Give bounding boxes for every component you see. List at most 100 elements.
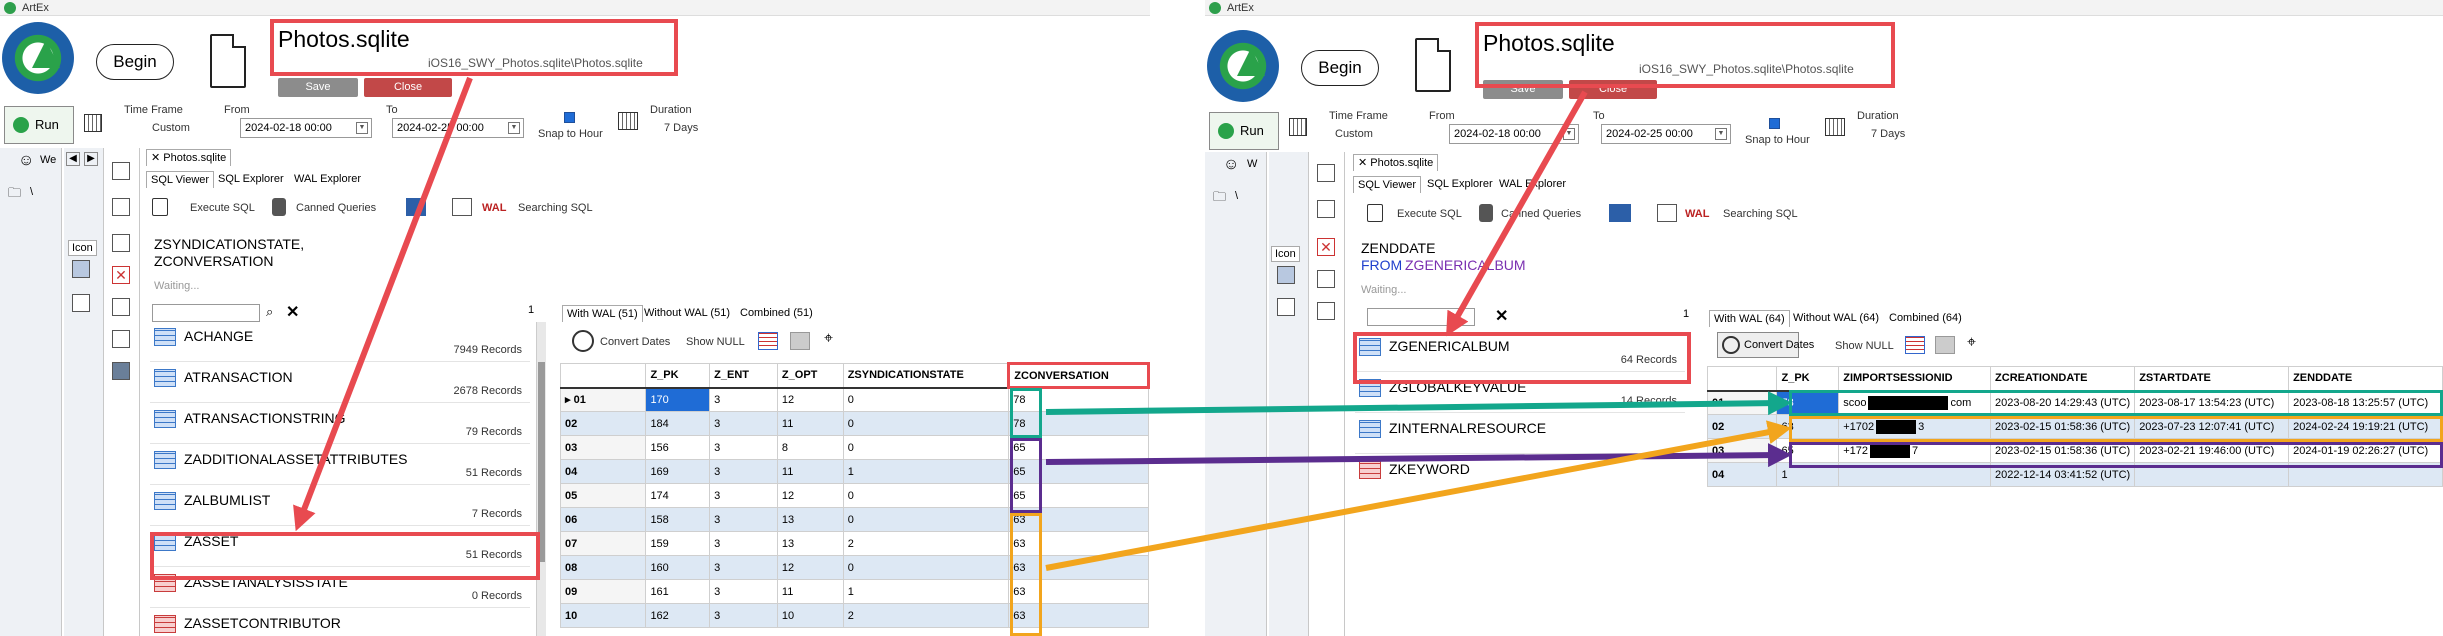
convert-dates-button[interactable]: Convert Dates (1717, 332, 1814, 358)
grid-cell[interactable]: 161 (645, 579, 711, 604)
split-icon[interactable] (1317, 200, 1335, 218)
tab-wal-explorer[interactable]: WAL Explorer (290, 171, 365, 188)
execute-sql-button[interactable]: Execute SQL (1397, 208, 1462, 220)
copy-icon[interactable] (112, 234, 130, 252)
grid-header[interactable]: Z_PK (1776, 366, 1840, 392)
grid-cell[interactable]: 13 (776, 507, 844, 532)
tab-without-wal[interactable]: Without WAL (51) (640, 305, 734, 322)
row-number[interactable]: 01 (1706, 390, 1778, 415)
tab-with-wal[interactable]: With WAL (64) (1709, 310, 1790, 327)
delete-icon[interactable]: ✕ (112, 266, 130, 284)
calendar-icon[interactable] (618, 112, 638, 130)
row-number[interactable]: 03 (1706, 438, 1778, 463)
table-row[interactable]: 04 169 3 11 1 65 (559, 459, 1149, 484)
grid-cell[interactable]: 184 (645, 411, 711, 436)
grid-cell[interactable]: 170 (645, 387, 711, 412)
begin-button[interactable]: Begin (1301, 50, 1379, 86)
table-search-input[interactable] (1367, 308, 1475, 326)
grid-cell[interactable]: 3 (709, 507, 778, 532)
grid-cell[interactable]: 159 (645, 531, 711, 556)
canned-queries-icon[interactable] (272, 198, 286, 216)
tab-without-wal[interactable]: Without WAL (64) (1789, 310, 1883, 327)
grid-header[interactable]: ZENDDATE (2288, 366, 2443, 392)
table-list-item[interactable]: ACHANGE 7949 Records (150, 322, 530, 362)
grid-cell[interactable]: 169 (645, 459, 711, 484)
row-number[interactable]: 08 (559, 555, 647, 580)
table-row[interactable]: 10 162 3 10 2 63 (559, 603, 1149, 628)
sqlite-icon[interactable] (72, 260, 90, 278)
grid-cell[interactable]: 11 (776, 459, 844, 484)
row-number[interactable]: 10 (559, 603, 647, 628)
grid-cell[interactable]: 160 (645, 555, 711, 580)
save-button[interactable]: Save (278, 78, 358, 97)
location-pin-icon[interactable]: ⌖ (1967, 334, 1976, 352)
timeline-icon[interactable] (84, 114, 102, 132)
sqlite-file-icon[interactable] (72, 294, 90, 312)
wal-icon[interactable]: WAL (1685, 208, 1709, 220)
execute-icon[interactable] (1367, 204, 1383, 222)
grid-cell[interactable]: 3 (709, 387, 778, 412)
snap-checkbox[interactable] (1769, 118, 1780, 129)
grid-cell[interactable]: 10 (776, 603, 844, 628)
row-number[interactable]: 05 (559, 483, 647, 508)
grid-cell[interactable]: 2 (842, 603, 1010, 628)
dropdown-icon[interactable]: ▼ (356, 122, 368, 134)
row-number[interactable]: 03 (559, 435, 647, 460)
table-row[interactable]: 03 156 3 8 0 65 (559, 435, 1149, 460)
table-list-item[interactable]: ZKEYWORD (1355, 455, 1685, 492)
row-number[interactable]: 07 (559, 531, 647, 556)
grid-header[interactable]: Z_ENT (709, 363, 778, 389)
export-icon[interactable] (1317, 270, 1335, 288)
folder-dark-icon[interactable] (112, 362, 130, 380)
open-icon[interactable] (1317, 302, 1335, 320)
grid-cell[interactable]: 1 (842, 579, 1010, 604)
row-number[interactable]: 02 (1706, 414, 1778, 439)
to-date-field[interactable]: 2024-02-25 00:00 ▼ (1601, 124, 1731, 144)
grid-cell[interactable]: 0 (842, 387, 1010, 412)
begin-button[interactable]: Begin (96, 44, 174, 80)
show-null-button[interactable]: Show NULL (686, 336, 745, 348)
dropdown-icon[interactable]: ▼ (508, 122, 520, 134)
table-list-item[interactable]: ZADDITIONALASSETATTRIBUTES 51 Records (150, 445, 530, 485)
canned-queries-button[interactable]: Canned Queries (296, 202, 376, 214)
row-number[interactable]: 06 (559, 507, 647, 532)
calendar-icon[interactable] (1825, 118, 1845, 136)
split-icon[interactable] (112, 198, 130, 216)
tab-sql-viewer[interactable]: SQL Viewer (1353, 176, 1422, 193)
query-icon[interactable] (1609, 204, 1631, 222)
row-number[interactable]: 02 (559, 411, 647, 436)
folder-icon[interactable]: 🗀 (1213, 188, 1226, 210)
dropdown-icon[interactable]: ▼ (1563, 128, 1575, 140)
grid-header-zconversation[interactable]: ZCONVERSATION (1007, 362, 1150, 389)
table-row[interactable]: 05 174 3 12 0 65 (559, 483, 1149, 508)
convert-dates-button[interactable]: Convert Dates (600, 336, 670, 348)
grid-icon[interactable] (1905, 336, 1925, 354)
row-number[interactable]: 09 (559, 579, 647, 604)
side-tab[interactable]: We (40, 154, 56, 166)
clear-icon[interactable]: ✕ (1495, 306, 1508, 326)
tab-sql-viewer[interactable]: SQL Viewer (146, 171, 215, 188)
grid-cell[interactable]: 1 (842, 459, 1010, 484)
grid-cell[interactable]: 174 (645, 483, 711, 508)
from-date-field[interactable]: 2024-02-18 00:00 ▼ (240, 118, 372, 138)
row-number[interactable]: 04 (1706, 462, 1778, 487)
tab-wal-explorer[interactable]: WAL Explorer (1495, 176, 1570, 193)
timeline-icon[interactable] (1289, 118, 1307, 136)
folder-icon[interactable]: 🗀 (8, 184, 21, 206)
sql-line[interactable]: ZENDDATE (1361, 240, 1435, 257)
tab-sql-explorer[interactable]: SQL Explorer (1423, 176, 1497, 193)
table-list-item[interactable]: ATRANSACTIONSTRING 79 Records (150, 404, 530, 444)
grid-cell[interactable]: 2 (842, 531, 1010, 556)
sqlite-file-icon[interactable] (1277, 298, 1295, 316)
grid-cell[interactable]: 0 (842, 411, 1010, 436)
search-icon[interactable]: ⌕ (266, 304, 273, 320)
grid-cell[interactable]: 3 (709, 435, 778, 460)
wal-icon[interactable]: WAL (482, 202, 506, 214)
grid-header[interactable]: Z_PK (645, 363, 711, 389)
location-pin-icon[interactable]: ⌖ (824, 330, 833, 348)
page-icon[interactable] (1317, 164, 1335, 182)
table-list-item[interactable]: ZASSETCONTRIBUTOR (150, 609, 530, 636)
sqlite-icon[interactable] (1277, 266, 1295, 284)
table-list-item[interactable]: ZINTERNALRESOURCE (1355, 414, 1685, 454)
canned-queries-icon[interactable] (1479, 204, 1493, 222)
